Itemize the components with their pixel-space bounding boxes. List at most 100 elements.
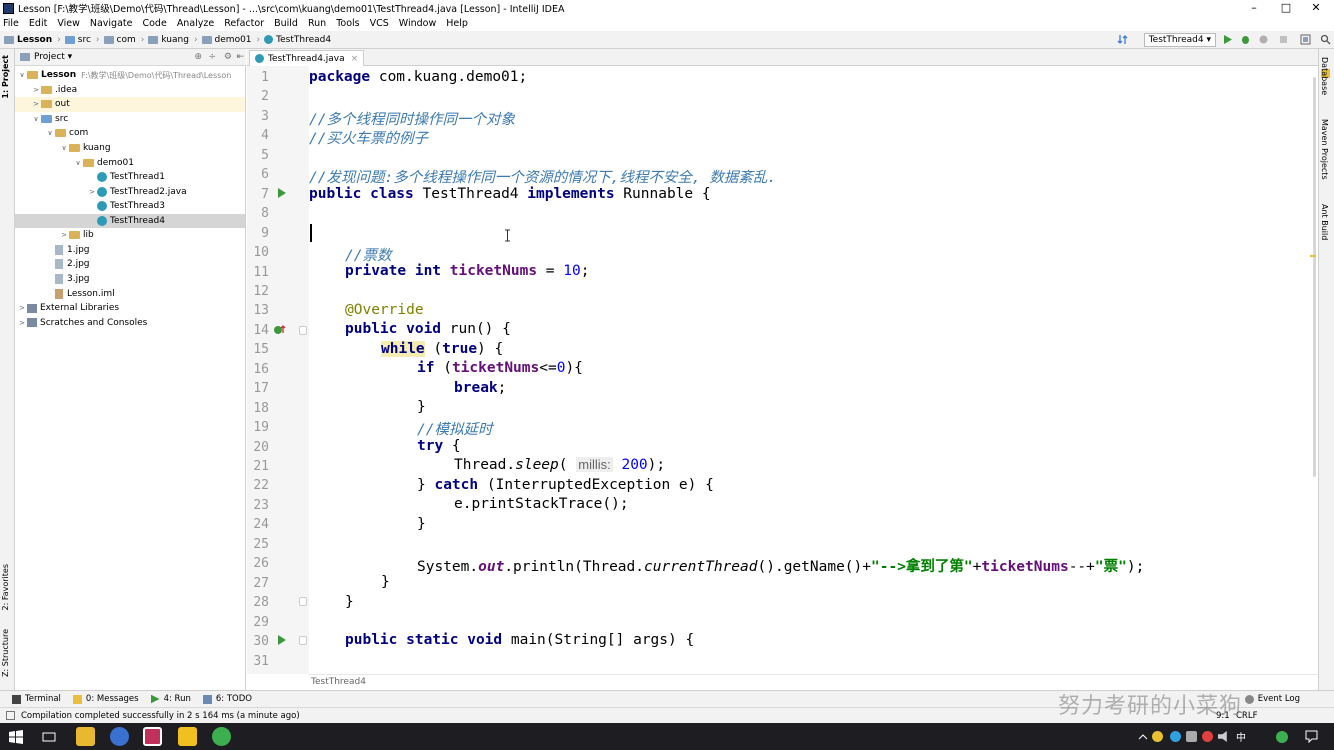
tree-item[interactable]: > External Libraries (15, 301, 245, 316)
chevron-down-icon[interactable]: ∨ (31, 115, 41, 123)
breadcrumb-kuang[interactable]: kuang › (148, 35, 198, 45)
build-arrows-icon[interactable] (1117, 34, 1128, 45)
chevron-right-icon[interactable]: > (31, 100, 41, 108)
run-config-select[interactable]: TestThread4 ▾ (1143, 33, 1216, 47)
tool-window-toggle-icon[interactable] (6, 711, 15, 720)
chevron-right-icon[interactable]: > (17, 319, 27, 327)
chevron-right-icon[interactable]: > (17, 304, 27, 312)
warning-stripe[interactable] (1310, 255, 1316, 257)
tray-app-icon[interactable] (1152, 731, 1163, 742)
menu-run[interactable]: Run (308, 18, 326, 29)
chevron-down-icon[interactable]: ∨ (45, 129, 55, 137)
wechat-taskbar-icon[interactable] (212, 727, 231, 746)
stop-icon[interactable] (1278, 34, 1289, 45)
breadcrumb-demo01[interactable]: demo01 › (201, 35, 260, 45)
code-editor[interactable]: package com.kuang.demo01; //多个线程同时操作同一个对… (309, 66, 1318, 674)
windows-start-icon[interactable] (9, 730, 23, 744)
override-gutter-icon[interactable] (273, 324, 287, 336)
database-tool-tab[interactable]: Database (1320, 57, 1329, 95)
coverage-icon[interactable] (1258, 34, 1269, 45)
maven-tool-tab[interactable]: Maven Projects (1320, 119, 1329, 180)
tab-close-icon[interactable]: × (351, 54, 359, 64)
tree-item[interactable]: 1.jpg (15, 243, 245, 258)
minimize-button[interactable]: – (1240, 0, 1268, 16)
editor-tab-testthread4[interactable]: TestThread4.java × (249, 50, 365, 66)
run-tab[interactable]: 4: Run (150, 694, 191, 704)
tree-item[interactable]: Lesson.iml (15, 286, 245, 301)
browser-icon[interactable] (110, 727, 129, 746)
menu-analyze[interactable]: Analyze (177, 18, 214, 29)
editor-scrollbar[interactable] (1313, 77, 1316, 477)
todo-tab[interactable]: 6: TODO (202, 694, 252, 704)
menu-build[interactable]: Build (274, 18, 298, 29)
tray-app-icon[interactable] (1170, 731, 1181, 742)
tree-item[interactable]: > .idea (15, 83, 245, 98)
chevron-right-icon[interactable]: > (87, 188, 97, 196)
sync-icon[interactable]: ⊕ (194, 52, 202, 62)
menu-refactor[interactable]: Refactor (224, 18, 264, 29)
chevron-down-icon[interactable]: ∨ (59, 144, 69, 152)
messages-tab[interactable]: 0: Messages (72, 694, 139, 704)
debug-icon[interactable] (1240, 34, 1251, 45)
breadcrumb-src[interactable]: src › (64, 35, 100, 45)
menu-file[interactable]: File (3, 18, 19, 29)
tree-item[interactable]: > lib (15, 228, 245, 243)
app-taskbar-icon[interactable] (178, 727, 197, 746)
breadcrumb-com[interactable]: com › (103, 35, 144, 45)
tree-item[interactable]: TestThread1 (15, 170, 245, 185)
collapse-all-icon[interactable]: ÷ (208, 52, 216, 62)
fold-marker-icon[interactable] (299, 597, 307, 606)
fold-marker-icon[interactable] (299, 326, 307, 335)
fold-marker-icon[interactable] (299, 636, 307, 645)
hide-panel-icon[interactable]: ⇤ (236, 52, 244, 62)
tree-item[interactable]: > out (15, 97, 245, 112)
menu-view[interactable]: View (57, 18, 80, 29)
menu-code[interactable]: Code (142, 18, 166, 29)
tree-item[interactable]: > TestThread2.java (15, 184, 245, 199)
terminal-tab[interactable]: Terminal (12, 694, 61, 704)
chevron-right-icon[interactable]: > (59, 231, 69, 239)
gear-icon[interactable]: ⚙ (224, 52, 232, 62)
tree-item[interactable]: > Scratches and Consoles (15, 315, 245, 330)
chevron-down-icon[interactable]: ∨ (73, 159, 83, 167)
menu-help[interactable]: Help (446, 18, 468, 29)
menu-navigate[interactable]: Navigate (90, 18, 133, 29)
intellij-taskbar-icon[interactable] (143, 727, 162, 746)
project-structure-icon[interactable] (1300, 34, 1311, 45)
run-icon[interactable] (1222, 34, 1233, 45)
tray-expand-icon[interactable] (1138, 732, 1148, 742)
menu-vcs[interactable]: VCS (370, 18, 389, 29)
notification-center-icon[interactable] (1305, 730, 1318, 743)
event-log-tab[interactable]: Event Log (1244, 694, 1300, 704)
tray-app-icon[interactable] (1276, 731, 1288, 743)
task-view-icon[interactable] (42, 730, 56, 744)
ant-build-tool-tab[interactable]: Ant Build (1320, 204, 1329, 240)
menu-window[interactable]: Window (399, 18, 436, 29)
tree-item[interactable]: ∨ kuang (15, 141, 245, 156)
chevron-right-icon[interactable]: > (31, 86, 41, 94)
project-tool-tab[interactable]: 1: Project (1, 55, 10, 99)
run-class-gutter-icon[interactable] (277, 188, 287, 198)
tree-item[interactable]: TestThread3 (15, 199, 245, 214)
chevron-down-icon[interactable]: ∨ (17, 71, 27, 79)
favorites-tool-tab[interactable]: 2: Favorites (1, 564, 10, 610)
maximize-button[interactable]: □ (1272, 0, 1300, 16)
network-icon[interactable] (1186, 731, 1197, 742)
run-main-gutter-icon[interactable] (277, 635, 287, 645)
breadcrumb-testthread4[interactable]: TestThread4 (264, 35, 331, 45)
tree-item[interactable]: ∨ demo01 (15, 155, 245, 170)
tree-item[interactable]: ∨ com (15, 126, 245, 141)
input-language-indicator[interactable]: 中 (1236, 729, 1246, 744)
tree-item[interactable]: ∨ src (15, 112, 245, 127)
project-view-select[interactable]: Project ▾ (34, 52, 72, 62)
volume-icon[interactable] (1218, 731, 1227, 742)
breadcrumb-lesson[interactable]: Lesson › (4, 35, 61, 45)
tree-item[interactable]: 3.jpg (15, 272, 245, 287)
search-icon[interactable] (1320, 34, 1331, 45)
tree-item[interactable]: ∨ Lesson F:\教学\班级\Demo\代码\Thread\Lesson (15, 68, 245, 83)
tray-app-icon[interactable] (1202, 731, 1213, 742)
tree-item[interactable]: TestThread4 (15, 213, 245, 229)
structure-tool-tab[interactable]: Z: Structure (1, 629, 10, 677)
tree-item[interactable]: 2.jpg (15, 257, 245, 272)
menu-edit[interactable]: Edit (29, 18, 47, 29)
